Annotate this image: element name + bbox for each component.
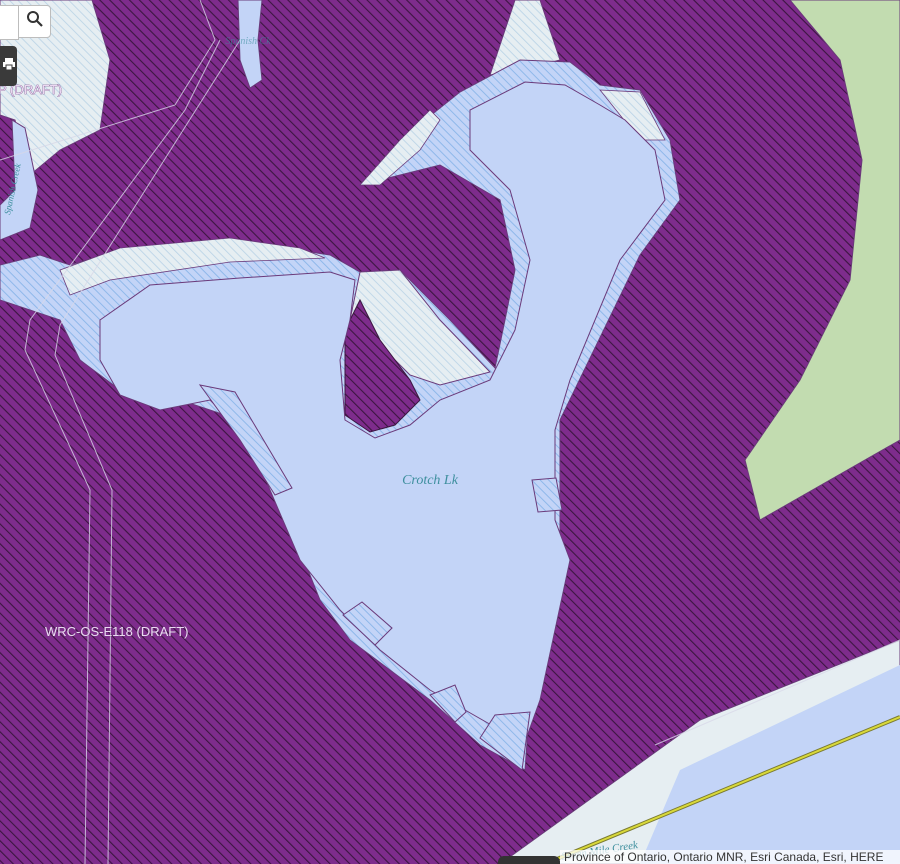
search-button[interactable] — [18, 5, 51, 38]
attribution: Province of Ontario, Ontario MNR, Esri C… — [560, 850, 900, 864]
attribution-toggle[interactable] — [498, 856, 560, 864]
map-canvas[interactable]: Crotch Lk Spanish Ck Spanish Creek Seven… — [0, 0, 900, 864]
search-icon — [26, 10, 44, 33]
creek-label-top: Spanish Ck — [225, 36, 271, 47]
lake-label: Crotch Lk — [402, 473, 459, 488]
print-button[interactable] — [0, 46, 17, 86]
zone-label-main: WRC-OS-E118 (DRAFT) — [45, 624, 188, 639]
search-input[interactable] — [0, 5, 19, 40]
print-icon — [2, 57, 15, 76]
